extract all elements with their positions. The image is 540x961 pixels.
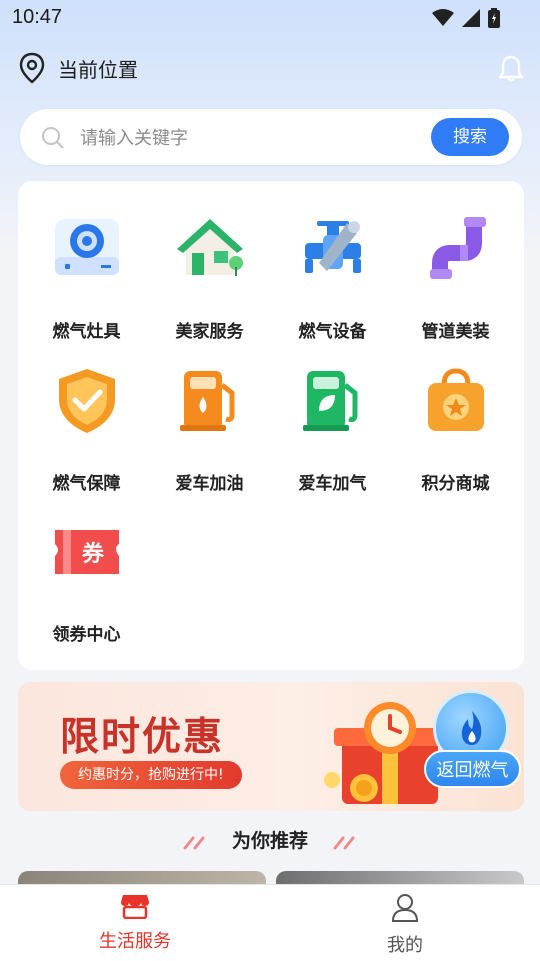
user-icon [391, 894, 419, 922]
service-label: 燃气保障 [52, 474, 121, 494]
service-label: 爱车加气 [298, 474, 367, 494]
shield-check-icon [58, 369, 115, 433]
service-gas-insurance[interactable]: 燃气保障 [25, 365, 148, 494]
gas-pump-leaf-icon [302, 371, 357, 431]
coupon-icon: 券 [54, 530, 119, 574]
service-pipe[interactable]: 管道美装 [394, 213, 517, 342]
service-label: 领券中心 [52, 625, 121, 645]
tab-label: 我的 [387, 935, 423, 956]
coupon-icon-text: 券 [80, 541, 104, 567]
decor-slash-left-icon [183, 836, 205, 849]
services-panel: 燃气灶具 美家服务 燃气设备 管道美装 燃气保障 爱车加油 爱车加气 积分商城 … [18, 181, 524, 670]
bottom-tab-bar: 生活服务 我的 [0, 884, 540, 961]
decor-slash-right-icon [333, 836, 355, 849]
banner-title: 限时优惠 [60, 715, 225, 760]
store-icon [121, 895, 149, 920]
service-label: 管道美装 [421, 322, 490, 342]
search-icon [42, 127, 64, 149]
search-button[interactable]: 搜索 [431, 118, 509, 156]
gas-valve-tools-icon [304, 221, 361, 273]
flame-icon [461, 711, 482, 745]
bell-icon [498, 55, 524, 82]
service-gas-equipment[interactable]: 燃气设备 [271, 213, 394, 342]
service-car-gas[interactable]: 爱车加气 [271, 365, 394, 494]
service-coupon-center[interactable]: 券 领券中心 [25, 516, 148, 645]
gas-stove-icon [54, 219, 119, 275]
recommend-header: 为你推荐 [0, 826, 540, 853]
location-selector[interactable]: 当前位置 [18, 52, 138, 84]
service-label: 燃气设备 [298, 322, 367, 342]
status-icons [432, 8, 500, 28]
pipe-icon [429, 217, 486, 279]
tab-mine[interactable]: 我的 [270, 893, 540, 957]
service-label: 积分商城 [421, 474, 490, 494]
status-time: 10:47 [12, 6, 63, 28]
fuel-pump-icon [179, 371, 234, 431]
house-icon [176, 219, 243, 276]
tab-life-services[interactable]: 生活服务 [0, 893, 270, 953]
shopping-bag-star-icon [427, 368, 484, 431]
battery-icon [488, 8, 500, 28]
signal-icon [462, 9, 480, 27]
notification-button[interactable] [498, 54, 524, 86]
service-home[interactable]: 美家服务 [148, 213, 271, 342]
banner-subtitle: 约惠时分，抢购进行中! [60, 761, 242, 789]
service-label: 美家服务 [175, 322, 244, 342]
service-gas-stove[interactable]: 燃气灶具 [25, 213, 148, 342]
service-points-mall[interactable]: 积分商城 [394, 365, 517, 494]
wifi-icon [432, 9, 454, 26]
return-gas-button[interactable]: 返回燃气 [424, 750, 521, 788]
location-label: 当前位置 [58, 57, 138, 82]
service-car-fuel[interactable]: 爱车加油 [148, 365, 271, 494]
service-label: 爱车加油 [175, 474, 244, 494]
status-bar: 10:47 [0, 0, 540, 38]
tab-label: 生活服务 [99, 931, 171, 952]
search-input[interactable]: 请输入关键字 [80, 124, 188, 150]
search-bar[interactable]: 请输入关键字 搜索 [20, 109, 522, 165]
recommend-title: 为你推荐 [231, 830, 308, 852]
location-pin-icon [19, 52, 45, 84]
service-label: 燃气灶具 [52, 322, 121, 342]
